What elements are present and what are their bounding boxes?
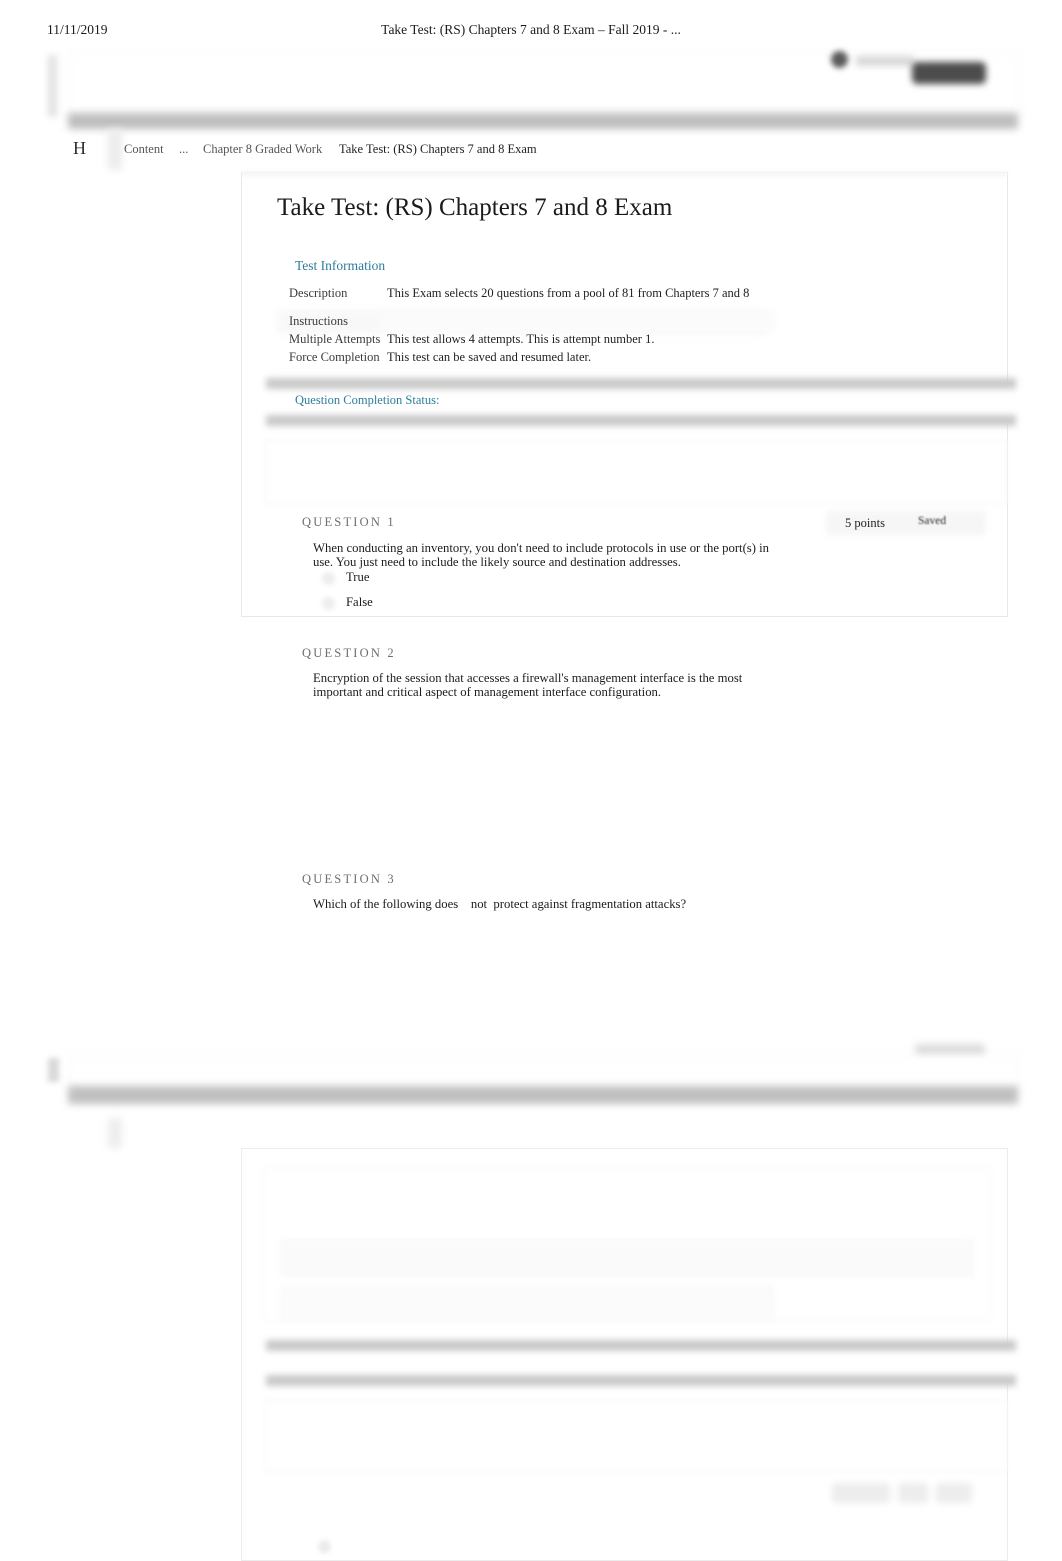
question-1-number: QUESTION 1 xyxy=(302,515,396,529)
breadcrumb-item-take-test: Take Test: (RS) Chapters 7 and 8 Exam xyxy=(339,142,537,156)
page2-button-primary[interactable] xyxy=(832,1483,890,1503)
save-answer-panel xyxy=(265,440,1007,504)
question-completion-status-label[interactable]: Question Completion Status: xyxy=(295,393,439,408)
print-header: 11/11/2019 Take Test: (RS) Chapters 7 an… xyxy=(0,22,1062,42)
username-label xyxy=(856,56,914,66)
global-nav-bar[interactable] xyxy=(68,113,1018,129)
test-info-label-force-completion: Force Completion xyxy=(289,350,380,364)
option-label-true: True xyxy=(346,570,370,584)
sidebar-collapsed-sliver[interactable] xyxy=(48,55,57,117)
option-label-false: False xyxy=(346,595,373,609)
page2-button-secondary[interactable] xyxy=(898,1483,928,1503)
radio-button-icon[interactable] xyxy=(322,597,335,610)
question-1-points: 5 points xyxy=(845,516,885,530)
page2-top-chrome xyxy=(68,1055,1020,1087)
test-info-label-description: Description xyxy=(289,286,348,300)
logout-button[interactable] xyxy=(912,62,986,84)
breadcrumb: H Content ... Chapter 8 Graded Work Take… xyxy=(0,138,1062,162)
page2-course-menu-handle[interactable] xyxy=(108,1118,122,1148)
page2-button-tertiary[interactable] xyxy=(936,1483,972,1503)
test-info-value-multiple-attempts: This test allows 4 attempts. This is att… xyxy=(387,332,655,346)
test-information-heading: Test Information xyxy=(295,258,386,273)
page2-field-primary[interactable] xyxy=(281,1240,973,1276)
test-info-value-force-completion: This test can be saved and resumed later… xyxy=(387,350,592,364)
question-2-text: Encryption of the session that accesses … xyxy=(313,671,743,699)
question-1-status-badge: Saved xyxy=(918,515,947,527)
test-info-label-multiple-attempts: Multiple Attempts xyxy=(289,332,381,346)
avatar[interactable] xyxy=(831,51,848,68)
print-document-title: Take Test: (RS) Chapters 7 and 8 Exam – … xyxy=(381,22,681,37)
breadcrumb-item-chapter-8-graded-work[interactable]: Chapter 8 Graded Work xyxy=(203,142,322,157)
question-3-number: QUESTION 3 xyxy=(302,872,396,886)
home-icon[interactable]: H xyxy=(73,138,87,159)
question-3-text: Which of the following does not protect … xyxy=(313,897,687,911)
page2-status-bar xyxy=(266,1340,1016,1386)
page2-global-nav-bar[interactable] xyxy=(68,1086,1018,1104)
page2-field-secondary[interactable] xyxy=(281,1286,773,1320)
test-info-label-instructions: Instructions xyxy=(289,314,349,328)
page2-lower-panel xyxy=(265,1400,1007,1472)
radio-button-icon[interactable] xyxy=(322,572,335,585)
question-2-number: QUESTION 2 xyxy=(302,646,396,660)
page-title: Take Test: (RS) Chapters 7 and 8 Exam xyxy=(277,194,673,221)
page2-sidebar-sliver[interactable] xyxy=(48,1058,59,1082)
page2-radio-button-icon[interactable] xyxy=(318,1540,331,1553)
test-info-value-description: This Exam selects 20 questions from a po… xyxy=(387,286,750,300)
test-info-blur-strip xyxy=(380,312,775,332)
breadcrumb-item-ellipsis[interactable]: ... xyxy=(179,142,188,157)
question-1-text: When conducting an inventory, you don't … xyxy=(313,541,769,569)
card-top-shadow xyxy=(241,172,1008,176)
breadcrumb-item-content[interactable]: Content xyxy=(124,142,164,157)
